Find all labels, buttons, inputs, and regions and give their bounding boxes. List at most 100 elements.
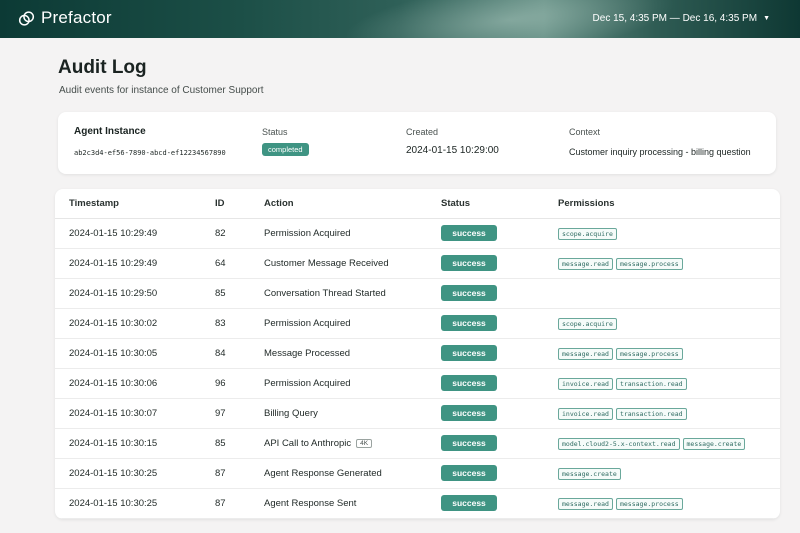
permission-tag: message.process [615, 258, 683, 270]
row-permissions: scope.acquire [558, 318, 617, 330]
row-permissions: invoice.read transaction.read [558, 408, 687, 420]
row-permissions: message.read message.process [558, 348, 683, 360]
header-permissions[interactable]: Permissions [558, 198, 615, 209]
row-permissions: message.read message.process [558, 258, 683, 270]
row-timestamp: 2024-01-15 10:29:49 [69, 228, 158, 239]
row-action: Agent Response Generated [264, 468, 382, 479]
table-row[interactable]: 2024-01-15 10:30:15 85 API Call to Anthrop… [55, 429, 780, 459]
status-badge: success [441, 285, 497, 301]
header-id[interactable]: ID [215, 198, 225, 209]
row-action-label: Permission Acquired [264, 378, 351, 389]
row-action-label: Message Processed [264, 348, 351, 359]
table-row[interactable]: 2024-01-15 10:30:25 87 Agent Response Gene… [55, 459, 780, 489]
row-permissions: message.create [558, 468, 621, 480]
permission-tag: message.read [558, 258, 613, 270]
row-permissions: message.read message.process [558, 498, 683, 510]
status-badge: success [441, 435, 497, 451]
row-id: 64 [215, 258, 226, 269]
row-status: success [441, 405, 497, 421]
row-status: success [441, 435, 497, 451]
status-badge: success [441, 495, 497, 511]
row-id: 85 [215, 288, 226, 299]
row-status: success [441, 345, 497, 361]
row-timestamp: 2024-01-15 10:30:15 [69, 438, 158, 449]
row-action: Permission Acquired [264, 228, 351, 239]
row-action-label: Agent Response Sent [264, 498, 357, 509]
row-id: 84 [215, 348, 226, 359]
permission-tag: scope.acquire [558, 228, 617, 240]
permission-tag: message.create [682, 438, 746, 450]
table-row[interactable]: 2024-01-15 10:29:49 64 Customer Message Re… [55, 249, 780, 279]
row-permissions: scope.acquire [558, 228, 617, 240]
row-timestamp: 2024-01-15 10:30:06 [69, 378, 158, 389]
date-range-selector[interactable]: Dec 15, 4:35 PM — Dec 16, 4:35 PM ▼ [593, 13, 770, 24]
permission-tag: invoice.read [558, 408, 613, 420]
table-row[interactable]: 2024-01-15 10:30:06 96 Permission Acquired… [55, 369, 780, 399]
context-label: Context [569, 127, 601, 137]
row-action: Permission Acquired [264, 318, 351, 329]
row-timestamp: 2024-01-15 10:30:25 [69, 498, 158, 509]
permission-tag: message.create [558, 468, 621, 480]
row-action: API Call to Anthropic 4K [264, 438, 373, 449]
table-row[interactable]: 2024-01-15 10:30:25 87 Agent Response Sent… [55, 489, 780, 519]
row-action: Agent Response Sent [264, 498, 356, 509]
row-action-label: Billing Query [264, 408, 318, 419]
row-timestamp: 2024-01-15 10:29:49 [69, 258, 158, 269]
row-status: success [441, 375, 497, 391]
row-timestamp: 2024-01-15 10:30:05 [69, 348, 158, 359]
brand[interactable]: Prefactor [18, 8, 112, 28]
table-row[interactable]: 2024-01-15 10:30:07 97 Billing Query succes… [55, 399, 780, 429]
created-label: Created [406, 127, 439, 137]
top-bar: Prefactor Dec 15, 4:35 PM — Dec 16, 4:35… [0, 0, 800, 38]
status-badge: success [441, 405, 497, 421]
row-status: success [441, 255, 497, 271]
audit-log-table: Timestamp ID Action Status Permissions 2… [55, 189, 780, 519]
created-value: 2024-01-15 10:29:00 [406, 145, 499, 156]
row-status: success [441, 285, 497, 301]
status-badge: success [441, 225, 497, 241]
row-action-label: Permission Acquired [264, 228, 351, 239]
row-timestamp: 2024-01-15 10:29:50 [69, 288, 158, 299]
row-status: success [441, 465, 497, 481]
permission-tag: transaction.read [615, 408, 687, 420]
row-action-label: Agent Response Generated [264, 468, 382, 479]
agent-instance-id: ab2c3d4-ef56-7890-abcd-ef12234567890 [74, 149, 226, 157]
status-label: Status [262, 127, 288, 137]
row-timestamp: 2024-01-15 10:30:25 [69, 468, 158, 479]
row-status: success [441, 315, 497, 331]
row-timestamp: 2024-01-15 10:30:07 [69, 408, 158, 419]
permission-tag: model.cloud2-5.x-context.read [558, 438, 680, 450]
row-permissions: model.cloud2-5.x-context.read message.cre… [558, 438, 746, 450]
row-action: Customer Message Received [264, 258, 389, 269]
table-row[interactable]: 2024-01-15 10:29:50 85 Conversation Thread… [55, 279, 780, 309]
instance-summary-card: Agent Instance ab2c3d4-ef56-7890-abcd-ef… [58, 112, 776, 174]
row-id: 82 [215, 228, 226, 239]
row-timestamp: 2024-01-15 10:30:02 [69, 318, 158, 329]
permission-tag: message.read [558, 498, 613, 510]
status-badge: success [441, 345, 497, 361]
status-badge: success [441, 375, 497, 391]
permission-tag: scope.acquire [558, 318, 617, 330]
header-timestamp[interactable]: Timestamp [69, 198, 119, 209]
context-value: Customer inquiry processing - billing qu… [569, 147, 751, 157]
row-action: Billing Query [264, 408, 318, 419]
row-action: Conversation Thread Started [264, 288, 386, 299]
row-id: 96 [215, 378, 226, 389]
row-action-label: Conversation Thread Started [264, 288, 386, 299]
row-id: 85 [215, 438, 226, 449]
table-row[interactable]: 2024-01-15 10:30:05 84 Message Processed su… [55, 339, 780, 369]
header-status[interactable]: Status [441, 198, 470, 209]
status-badge: success [441, 315, 497, 331]
row-status: success [441, 495, 497, 511]
row-status: success [441, 225, 497, 241]
permission-tag: invoice.read [558, 378, 613, 390]
permission-tag: transaction.read [615, 378, 687, 390]
table-row[interactable]: 2024-01-15 10:30:02 83 Permission Acquired… [55, 309, 780, 339]
row-action: Message Processed [264, 348, 350, 359]
date-range-label: Dec 15, 4:35 PM — Dec 16, 4:35 PM [592, 13, 758, 24]
row-action-label: Permission Acquired [264, 318, 351, 329]
header-action[interactable]: Action [264, 198, 294, 209]
status-badge: completed [262, 143, 309, 156]
table-row[interactable]: 2024-01-15 10:29:49 82 Permission Acquired… [55, 219, 780, 249]
agent-instance-label: Agent Instance [74, 126, 146, 137]
